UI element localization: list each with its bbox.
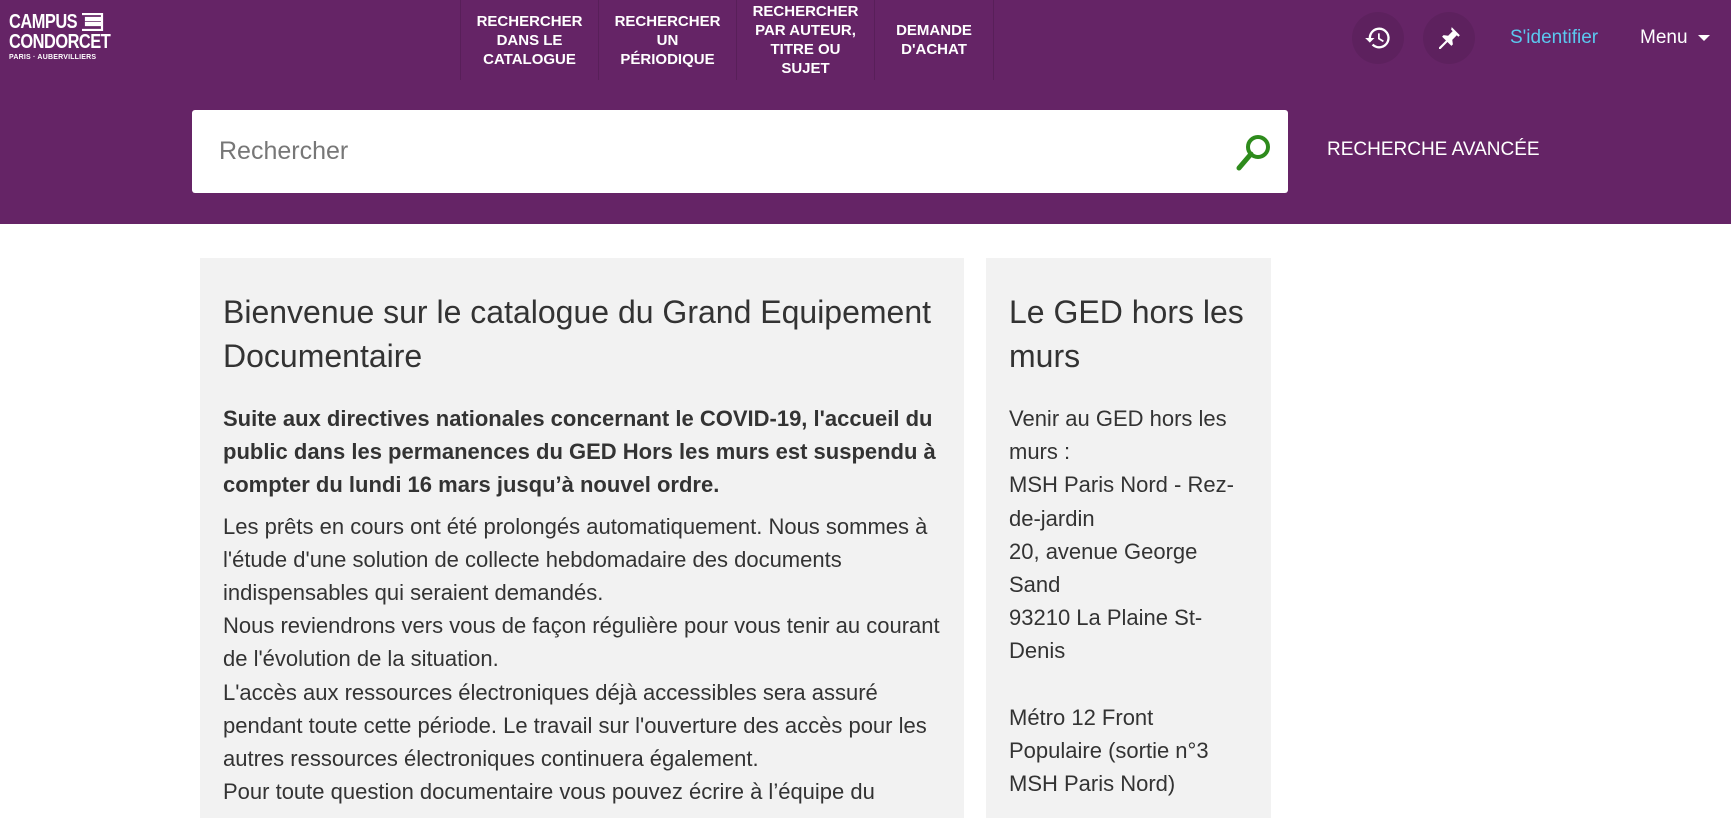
- side-title: Le GED hors les murs: [1009, 294, 1244, 374]
- welcome-paragraph: Pour toute question documentaire vous po…: [223, 779, 875, 805]
- campus-condorcet-logo[interactable]: CAMPUS CONDORCET PARIS · AUBERVILLIERS: [9, 11, 111, 64]
- logo-line2: CONDORCET: [9, 31, 111, 53]
- menu-button[interactable]: Menu: [1640, 26, 1710, 50]
- pinned-button[interactable]: [1423, 12, 1475, 64]
- advanced-search-link[interactable]: RECHERCHE AVANCÉE: [1327, 138, 1540, 162]
- nav-search-catalogue[interactable]: RECHERCHER DANS LE CATALOGUE: [460, 0, 598, 80]
- nav-label-line: RECHERCHER: [752, 3, 859, 20]
- nav-label-line: PAR AUTEUR,: [755, 22, 856, 39]
- nav-label-line: PÉRIODIQUE: [620, 50, 715, 68]
- welcome-panel: Bienvenue sur le catalogue du Grand Equi…: [200, 258, 964, 818]
- logo-line1: CAMPUS: [9, 11, 78, 33]
- search-input[interactable]: [192, 110, 1192, 193]
- logo-mark-icon: [82, 13, 104, 31]
- nav-label-line: D'ACHAT: [901, 41, 967, 58]
- nav-label-line: DANS LE: [496, 31, 563, 49]
- welcome-paragraph: Les prêts en cours ont été prolongés aut…: [223, 513, 928, 606]
- welcome-title: Bienvenue sur le catalogue du Grand Equi…: [223, 294, 932, 374]
- nav-label-line: SUJET: [781, 60, 830, 77]
- welcome-paragraph: L'accès aux ressources électroniques déj…: [223, 679, 927, 772]
- nav-search-periodical[interactable]: RECHERCHER UN PÉRIODIQUE: [598, 0, 736, 80]
- logo-line3: PARIS · AUBERVILLIERS: [9, 54, 97, 61]
- nav-search-author[interactable]: RECHERCHER PAR AUTEUR, TITRE OU SUJET: [736, 0, 874, 80]
- search-button[interactable]: [1232, 130, 1276, 174]
- nav-label-line: RECHERCHER: [614, 12, 721, 30]
- covid-notice: Suite aux directives nationales concerna…: [223, 406, 936, 498]
- signin-link[interactable]: S'identifier: [1510, 26, 1598, 50]
- side-address: Venir au GED hors les murs : MSH Paris N…: [1009, 406, 1234, 664]
- history-button[interactable]: [1352, 12, 1404, 64]
- nav-purchase-request[interactable]: DEMANDE D'ACHAT: [874, 0, 994, 80]
- header: CAMPUS CONDORCET PARIS · AUBERVILLIERS R…: [0, 0, 1731, 224]
- nav-label-line: RECHERCHER: [476, 12, 583, 30]
- main-nav: RECHERCHER DANS LE CATALOGUE RECHERCHER …: [460, 0, 994, 80]
- nav-label-line: CATALOGUE: [483, 50, 576, 68]
- search-box: [192, 110, 1288, 193]
- caret-down-icon: [1697, 35, 1710, 41]
- nav-label-line: UN: [656, 31, 679, 49]
- ged-hors-les-murs-panel: Le GED hors les murs Venir au GED hors l…: [986, 258, 1271, 818]
- nav-label-line: TITRE OU: [770, 41, 841, 58]
- menu-label: Menu: [1640, 27, 1688, 48]
- history-icon: [1365, 27, 1390, 49]
- search-icon: [1236, 135, 1270, 171]
- welcome-paragraph: Nous reviendrons vers vous de façon régu…: [223, 613, 940, 672]
- side-transport: Métro 12 Front Populaire (sortie n°3 MSH…: [1009, 704, 1209, 797]
- nav-label-line: DEMANDE: [896, 22, 972, 39]
- pin-icon: [1439, 27, 1460, 49]
